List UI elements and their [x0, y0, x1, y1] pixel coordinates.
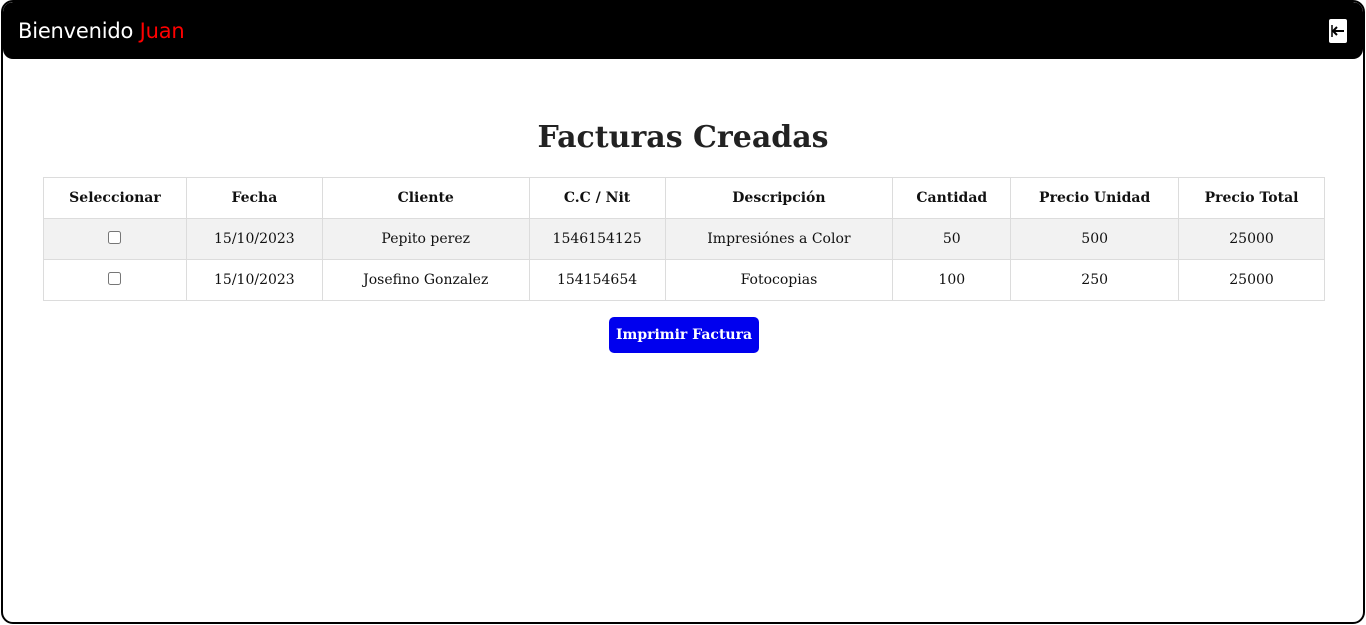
column-header-cliente: Cliente: [321, 177, 530, 219]
column-header-precio-total: Precio Total: [1178, 177, 1325, 219]
print-invoice-button[interactable]: Imprimir Factura: [609, 317, 759, 353]
table-row: 15/10/2023 Pepito perez 1546154125 Impre…: [43, 218, 1325, 260]
app-frame: Bienvenido Juan Facturas Creadas Selecci…: [1, 0, 1365, 624]
nit-cell: 1546154125: [528, 218, 666, 260]
precio-unidad-cell: 500: [1010, 218, 1180, 260]
cliente-cell: Josefino Gonzalez: [321, 259, 530, 301]
welcome-text: Bienvenido: [18, 18, 134, 43]
column-header-fecha: Fecha: [185, 177, 323, 219]
select-cell: [43, 218, 187, 260]
logout-arrow-icon: [1331, 24, 1345, 38]
top-bar: Bienvenido Juan: [3, 2, 1363, 59]
precio-unidad-cell: 250: [1010, 259, 1180, 301]
invoices-table: Seleccionar Fecha Cliente C.C / Nit Desc…: [43, 177, 1325, 301]
cliente-cell: Pepito perez: [321, 218, 530, 260]
column-header-nit: C.C / Nit: [528, 177, 666, 219]
precio-total-cell: 25000: [1178, 259, 1325, 301]
column-header-descripcion: Descripción: [664, 177, 894, 219]
page-title: Facturas Creadas: [537, 120, 829, 155]
cantidad-cell: 50: [892, 218, 1012, 260]
fecha-cell: 15/10/2023: [185, 218, 323, 260]
descripcion-cell: Impresiónes a Color: [664, 218, 894, 260]
welcome-message: Bienvenido Juan: [18, 19, 185, 43]
descripcion-cell: Fotocopias: [664, 259, 894, 301]
table-header-row: Seleccionar Fecha Cliente C.C / Nit Desc…: [43, 177, 1325, 219]
row-select-checkbox[interactable]: [108, 230, 122, 244]
precio-total-cell: 25000: [1178, 218, 1325, 260]
column-header-seleccionar: Seleccionar: [43, 177, 187, 219]
column-header-precio-unidad: Precio Unidad: [1010, 177, 1180, 219]
fecha-cell: 15/10/2023: [185, 259, 323, 301]
user-name: Juan: [139, 18, 185, 43]
nit-cell: 154154654: [528, 259, 666, 301]
cantidad-cell: 100: [892, 259, 1012, 301]
row-select-checkbox[interactable]: [108, 271, 122, 285]
column-header-cantidad: Cantidad: [892, 177, 1012, 219]
select-cell: [43, 259, 187, 301]
table-row: 15/10/2023 Josefino Gonzalez 154154654 F…: [43, 259, 1325, 301]
logout-button[interactable]: [1329, 18, 1347, 43]
